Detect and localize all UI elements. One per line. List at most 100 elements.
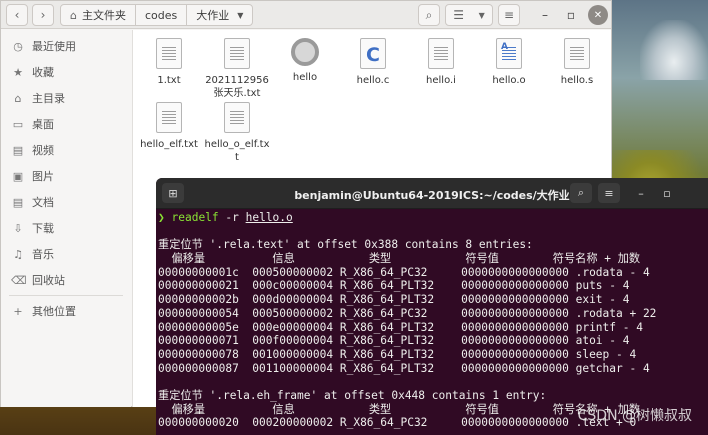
- file-item[interactable]: hello_o_elf.txt: [203, 102, 271, 164]
- command-line: ❯ readelf -r hello.o: [158, 211, 708, 225]
- breadcrumb-codes[interactable]: codes: [136, 5, 188, 25]
- sidebar-item-documents[interactable]: ▤ 文档: [1, 189, 131, 215]
- search-icon: ⌕: [425, 7, 433, 22]
- forward-button[interactable]: ›: [32, 4, 54, 26]
- terminal-maximize-button[interactable]: ▫: [656, 183, 678, 203]
- sidebar-item-label: 主目录: [32, 92, 65, 105]
- wallpaper-mountain: [640, 20, 708, 80]
- text-file-icon: [224, 102, 250, 133]
- close-button[interactable]: ✕: [588, 5, 608, 25]
- sidebar-item-label: 音乐: [32, 248, 54, 261]
- object-file-icon: A: [496, 38, 522, 69]
- breadcrumb: ⌂ 主文件夹 codes 大作业 ▼: [60, 4, 254, 26]
- sidebar-item-other-locations[interactable]: + 其他位置: [1, 298, 131, 324]
- sidebar-item-label: 桌面: [32, 118, 54, 131]
- clock-icon: ◷: [13, 39, 23, 53]
- file-name: hello_elf.txt: [140, 139, 198, 150]
- star-icon: ★: [13, 65, 23, 79]
- prompt-symbol: ❯: [158, 211, 165, 224]
- text-file-icon: [156, 38, 182, 69]
- sidebar-item-downloads[interactable]: ⇩ 下载: [1, 215, 131, 241]
- text-file-icon: [564, 38, 590, 69]
- sidebar-item-label: 图片: [32, 170, 54, 183]
- file-name: hello.c: [356, 75, 390, 86]
- file-name: hello.s: [560, 75, 594, 86]
- file-name: hello_o_elf.txt: [204, 139, 270, 163]
- text-file-icon: [224, 38, 250, 69]
- file-name: 2021112956张天乐.txt: [205, 75, 269, 99]
- file-item[interactable]: C hello.c: [339, 38, 407, 87]
- watermark: CSDN @树懒叔叔: [577, 408, 692, 424]
- sidebar-item-starred[interactable]: ★ 收藏: [1, 59, 131, 85]
- terminal-minimize-button[interactable]: –: [630, 183, 652, 203]
- breadcrumb-current[interactable]: 大作业 ▼: [187, 5, 252, 25]
- menu-button[interactable]: ≡: [498, 4, 520, 26]
- sidebar-divider: [9, 295, 123, 296]
- sidebar-item-label: 文档: [32, 196, 54, 209]
- sidebar-item-trash[interactable]: ⌫ 回收站: [1, 267, 131, 293]
- minimize-button[interactable]: –: [535, 5, 555, 25]
- file-item[interactable]: 1.txt: [135, 38, 203, 87]
- hamburger-icon: ≡: [604, 186, 614, 200]
- file-item[interactable]: hello.i: [407, 38, 475, 87]
- close-icon: ✕: [593, 9, 603, 21]
- file-name: 1.txt: [157, 75, 181, 86]
- places-sidebar: ◷ 最近使用 ★ 收藏 ⌂ 主目录 ▭ 桌面 ▤ 视频 ▣ 图片 ▤ 文档 ⇩ 下载 ♫ 音乐 ⌫…: [1, 30, 131, 407]
- list-view-icon: ☰: [453, 8, 465, 22]
- terminal-menu-button[interactable]: ≡: [598, 183, 620, 203]
- c-source-icon: C: [360, 38, 386, 69]
- chevron-left-icon: ‹: [14, 8, 20, 22]
- sidebar-item-pictures[interactable]: ▣ 图片: [1, 163, 131, 189]
- image-icon: ▣: [12, 169, 24, 183]
- command-args: -r: [218, 211, 246, 224]
- sidebar-item-label: 收藏: [32, 66, 54, 79]
- search-icon: ⌕: [577, 186, 585, 199]
- chevron-down-icon: ▼: [237, 10, 244, 20]
- maximize-button[interactable]: ▫: [561, 5, 581, 25]
- relocation-row: 00000000001c 000500000002 R_X86_64_PC32 …: [158, 265, 650, 279]
- desktop-icon: ▭: [12, 117, 24, 131]
- file-manager-headerbar: ‹ › ⌂ 主文件夹 codes 大作业 ▼ ⌕ ☰ ▼ ≡ – ▫ ✕: [1, 1, 611, 29]
- file-name: hello: [292, 72, 318, 83]
- sidebar-item-recent[interactable]: ◷ 最近使用: [1, 33, 131, 59]
- executable-icon: [291, 38, 319, 66]
- relocation-row: 000000000087 001100000004 R_X86_64_PLT32…: [158, 361, 650, 375]
- video-icon: ▤: [12, 143, 24, 157]
- back-button[interactable]: ‹: [6, 4, 28, 26]
- file-item[interactable]: hello_elf.txt: [135, 102, 203, 151]
- sidebar-item-videos[interactable]: ▤ 视频: [1, 137, 131, 163]
- file-item[interactable]: 2021112956张天乐.txt: [203, 38, 271, 100]
- file-item[interactable]: hello.s: [543, 38, 611, 87]
- sidebar-item-label: 最近使用: [32, 40, 76, 53]
- sidebar-item-music[interactable]: ♫ 音乐: [1, 241, 131, 267]
- text-file-icon: [156, 102, 182, 133]
- terminal-window: ⊞ benjamin@Ubuntu64-2019ICS:~/codes/大作业 …: [156, 178, 708, 435]
- maximize-icon: ▫: [663, 186, 671, 200]
- file-item[interactable]: A hello.o: [475, 38, 543, 87]
- view-options-button[interactable]: ☰ ▼: [445, 4, 493, 26]
- column-header: 偏移量 信息 类型 符号值 符号名称 + 加数: [158, 252, 641, 266]
- document-icon: ▤: [12, 195, 24, 209]
- breadcrumb-home[interactable]: ⌂ 主文件夹: [61, 5, 136, 25]
- search-button[interactable]: ⌕: [418, 4, 440, 26]
- sidebar-item-home[interactable]: ⌂ 主目录: [1, 85, 131, 111]
- home-icon: ⌂: [14, 91, 22, 105]
- sidebar-item-desktop[interactable]: ▭ 桌面: [1, 111, 131, 137]
- chevron-down-icon: ▼: [478, 10, 485, 20]
- command-file: hello.o: [245, 211, 293, 224]
- sidebar-item-label: 下载: [32, 222, 54, 235]
- terminal-output[interactable]: ❯ readelf -r hello.o 重定位节 '.rela.text' a…: [158, 209, 708, 435]
- trash-icon: ⌫: [11, 273, 27, 287]
- file-name: hello.i: [426, 75, 456, 86]
- section-header: 重定位节 '.rela.text' at offset 0x388 contai…: [158, 238, 533, 252]
- minimize-icon: –: [542, 8, 548, 22]
- file-item[interactable]: hello: [271, 38, 339, 84]
- terminal-headerbar: ⊞ benjamin@Ubuntu64-2019ICS:~/codes/大作业 …: [156, 178, 708, 209]
- music-icon: ♫: [13, 247, 23, 261]
- terminal-search-button[interactable]: ⌕: [570, 183, 592, 203]
- relocation-row: 000000000021 000c00000004 R_X86_64_PLT32…: [158, 279, 630, 293]
- download-icon: ⇩: [13, 221, 23, 235]
- chevron-right-icon: ›: [40, 8, 46, 22]
- terminal-title: benjamin@Ubuntu64-2019ICS:~/codes/大作业: [294, 189, 570, 202]
